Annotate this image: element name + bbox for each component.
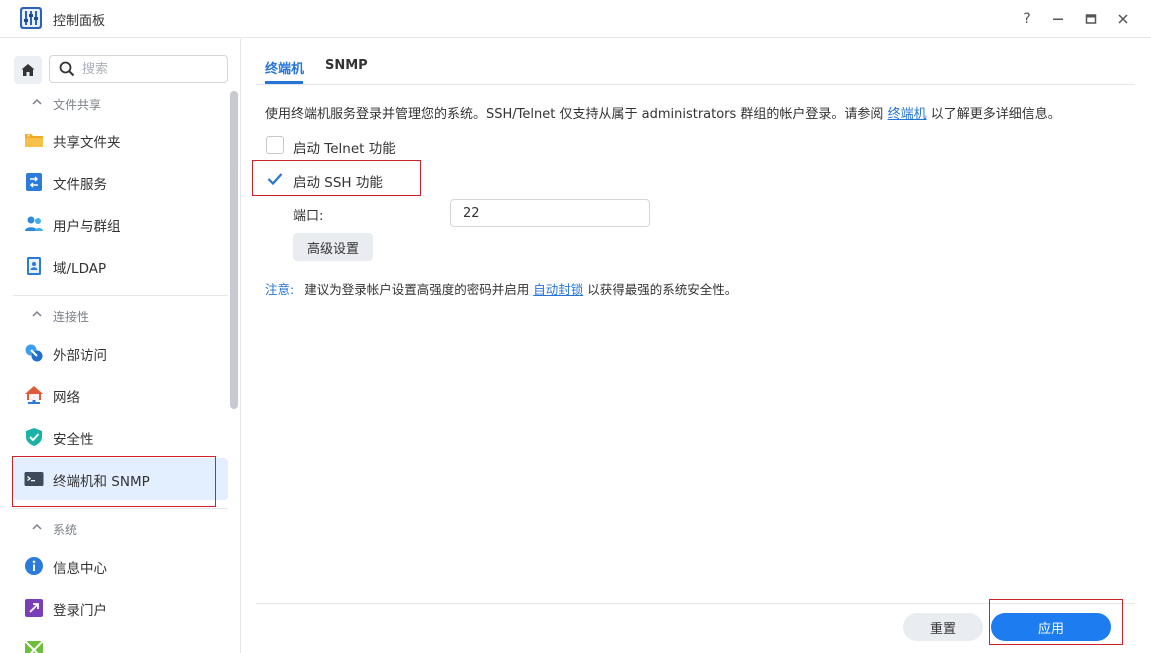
close-button[interactable] <box>1112 8 1134 30</box>
sidebar-item-label: 用户与群组 <box>53 219 121 235</box>
description-text: 使用终端机服务登录并管理您的系统。SSH/Telnet 仅支持从属于 admin… <box>265 103 1061 122</box>
sidebar-divider <box>13 295 228 296</box>
folder-icon <box>25 134 43 147</box>
maximize-button[interactable] <box>1080 8 1102 30</box>
ssh-highlight <box>252 160 421 196</box>
sidebar-scrollbar[interactable] <box>230 91 238 409</box>
window-title: 控制面板 <box>53 14 106 29</box>
sidebar-item-file-services[interactable]: 文件服务 <box>13 161 228 203</box>
note-after: 以获得最强的系统安全性。 <box>583 282 738 297</box>
telnet-label[interactable]: 启动 Telnet 功能 <box>293 137 396 157</box>
home-button[interactable] <box>14 56 42 84</box>
users-icon <box>25 216 43 231</box>
help-button[interactable]: ? <box>1016 8 1038 30</box>
active-tab-indicator <box>265 81 303 84</box>
telnet-checkbox[interactable] <box>266 136 284 154</box>
sidebar-item-domain-ldap[interactable]: 域/LDAP <box>13 245 228 287</box>
group-label: 系统 <box>53 523 78 537</box>
minimize-button[interactable] <box>1047 8 1069 30</box>
sidebar-item-security[interactable]: 安全性 <box>13 416 228 458</box>
external-access-icon <box>25 344 43 362</box>
sidebar-item-label: 安全性 <box>53 432 94 448</box>
group-label: 文件共享 <box>53 98 102 112</box>
theme-icon <box>24 640 44 653</box>
sidebar-item-label: 信息中心 <box>53 561 107 577</box>
sidebar-item-label: 外部访问 <box>53 348 107 364</box>
sidebar: 文件共享 共享文件夹 文件服务 用户与群组 <box>0 39 241 653</box>
network-house-icon <box>25 386 43 404</box>
description-after: 以了解更多详细信息。 <box>926 107 1061 122</box>
note-label: 注意: <box>265 282 295 297</box>
file-service-icon <box>26 173 42 191</box>
auto-block-link[interactable]: 自动封锁 <box>533 282 583 297</box>
sidebar-item-network[interactable]: 网络 <box>13 374 228 416</box>
sidebar-item-label: 文件服务 <box>53 177 107 193</box>
search-icon <box>59 61 75 77</box>
port-label: 端口: <box>293 209 324 224</box>
info-icon <box>25 557 43 575</box>
group-header-system[interactable]: 系统 <box>0 518 228 540</box>
sidebar-item-label: 网络 <box>53 390 80 406</box>
security-note: 注意: 建议为登录帐户设置高强度的密码并启用 自动封锁 以获得最强的系统安全性。 <box>265 279 737 298</box>
chevron-up-icon <box>32 98 42 105</box>
sidebar-item-shared-folder[interactable]: 共享文件夹 <box>13 119 228 161</box>
terminal-help-link[interactable]: 终端机 <box>888 107 927 122</box>
port-input[interactable] <box>450 199 650 227</box>
home-icon <box>21 64 35 76</box>
chevron-up-icon <box>32 523 42 530</box>
group-label: 连接性 <box>53 310 90 324</box>
search-input[interactable] <box>82 60 222 78</box>
title-bar: 控制面板 ? <box>0 0 1151 38</box>
sidebar-selection-highlight <box>12 456 216 507</box>
close-icon <box>1118 14 1128 24</box>
group-header-connectivity[interactable]: 连接性 <box>0 305 228 327</box>
tab-bar: 终端机 SNMP <box>256 39 1135 85</box>
sidebar-item-login-portal[interactable]: 登录门户 <box>13 587 228 629</box>
sidebar-item-partial[interactable] <box>13 629 228 653</box>
shield-icon <box>26 428 42 446</box>
sidebar-item-external-access[interactable]: 外部访问 <box>13 332 228 374</box>
note-before: 建议为登录帐户设置高强度的密码并启用 <box>304 282 534 297</box>
apply-highlight <box>989 599 1123 645</box>
sidebar-item-label: 域/LDAP <box>53 261 107 277</box>
login-portal-icon <box>25 599 43 617</box>
control-panel-app-icon <box>20 7 42 29</box>
tab-snmp[interactable]: SNMP <box>325 58 368 73</box>
minimize-icon <box>1053 18 1063 20</box>
sidebar-divider <box>13 508 228 509</box>
chevron-up-icon <box>32 310 42 317</box>
description-before: 使用终端机服务登录并管理您的系统。SSH/Telnet 仅支持从属于 admin… <box>265 107 888 122</box>
search-box[interactable] <box>49 55 228 83</box>
sidebar-item-users-groups[interactable]: 用户与群组 <box>13 203 228 245</box>
ldap-icon <box>27 257 41 275</box>
advanced-settings-button[interactable]: 高级设置 <box>293 233 373 261</box>
tab-terminal[interactable]: 终端机 <box>265 58 304 77</box>
group-header-file-sharing[interactable]: 文件共享 <box>0 93 228 115</box>
reset-button[interactable]: 重置 <box>903 613 983 641</box>
sidebar-item-label: 共享文件夹 <box>53 135 121 151</box>
sidebar-item-label: 登录门户 <box>53 603 107 619</box>
maximize-icon <box>1085 14 1097 24</box>
sidebar-item-info-center[interactable]: 信息中心 <box>13 545 228 587</box>
